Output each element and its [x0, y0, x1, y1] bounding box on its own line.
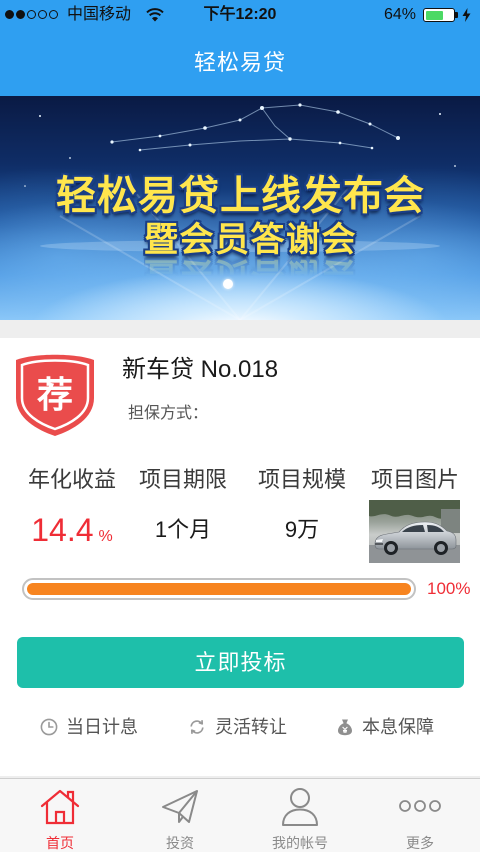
nav-bar: 轻松易贷	[0, 30, 480, 96]
stat-label-scale: 项目规模	[257, 467, 346, 492]
product-name: 新车贷 No.018	[122, 356, 279, 383]
feature-daily-interest: 当日计息	[66, 717, 138, 737]
stat-label-photo: 项目图片	[370, 467, 459, 492]
annual-yield-number: 14.4	[31, 512, 94, 548]
banner-headline: 轻松易贷上线发布会	[56, 174, 425, 218]
tab-home[interactable]: 首页	[0, 779, 120, 852]
battery-nub	[455, 12, 458, 18]
home-icon	[38, 786, 82, 826]
car-photo[interactable]	[369, 500, 460, 563]
banner-subheadline: 暨会员答谢会	[144, 221, 357, 259]
paper-plane-icon	[158, 786, 202, 826]
status-bar: 中国移动 下午12:20 64%	[0, 0, 480, 30]
banner-pagination	[223, 279, 233, 289]
product-card[interactable]: 荐 新车贷 No.018 担保方式： 年化收益 项目期限 项目规模 项目图片 1…	[0, 338, 480, 776]
tab-label-account: 我的帐号	[272, 835, 328, 851]
recycle-icon	[188, 718, 206, 736]
tab-more[interactable]: 更多	[360, 779, 480, 852]
stat-label-term: 项目期限	[138, 467, 227, 492]
battery-percent: 64%	[383, 6, 416, 23]
funding-progress-bar	[22, 578, 416, 600]
guarantee-label: 担保方式：	[128, 405, 209, 422]
promo-banner[interactable]: 轻松易贷上线发布会 暨会员答谢会	[0, 96, 480, 320]
tab-label-home: 首页	[46, 835, 74, 851]
charging-icon	[462, 8, 471, 22]
scale-value: 9万	[284, 517, 320, 542]
feature-flexible-transfer: 灵活转让	[215, 717, 287, 737]
person-icon	[278, 786, 322, 826]
clock-icon	[40, 718, 58, 736]
progress-fill	[27, 583, 411, 595]
pagination-dot[interactable]	[223, 279, 233, 289]
app-screen: 中国移动 下午12:20 64% 轻松易贷 轻松易贷上线发布会 暨会员答谢会 荐…	[0, 0, 480, 852]
progress-percent: 100%	[427, 579, 471, 598]
tab-invest[interactable]: 投资	[120, 779, 240, 852]
stat-label-annual-yield: 年化收益	[27, 467, 116, 492]
battery-fill	[425, 10, 443, 20]
annual-yield-value: 14.4%	[15, 512, 129, 555]
recommend-badge: 荐	[16, 354, 94, 436]
tab-bar: 首页 投资 我的帐号 更多	[0, 778, 480, 852]
feature-principal-guarantee: 本息保障	[362, 717, 434, 737]
term-value: 1个月	[154, 517, 212, 542]
annual-yield-unit: %	[98, 528, 113, 545]
tab-label-more: 更多	[406, 835, 434, 851]
battery-icon	[423, 8, 455, 22]
tab-account[interactable]: 我的帐号	[240, 779, 360, 852]
tab-label-invest: 投资	[166, 835, 194, 851]
top-bar: 中国移动 下午12:20 64% 轻松易贷	[0, 0, 480, 96]
more-dots-icon	[398, 786, 442, 826]
page-title: 轻松易贷	[193, 50, 286, 75]
badge-text: 荐	[37, 374, 73, 415]
money-bag-icon	[336, 718, 354, 736]
invest-now-button[interactable]: 立即投标	[17, 637, 464, 688]
